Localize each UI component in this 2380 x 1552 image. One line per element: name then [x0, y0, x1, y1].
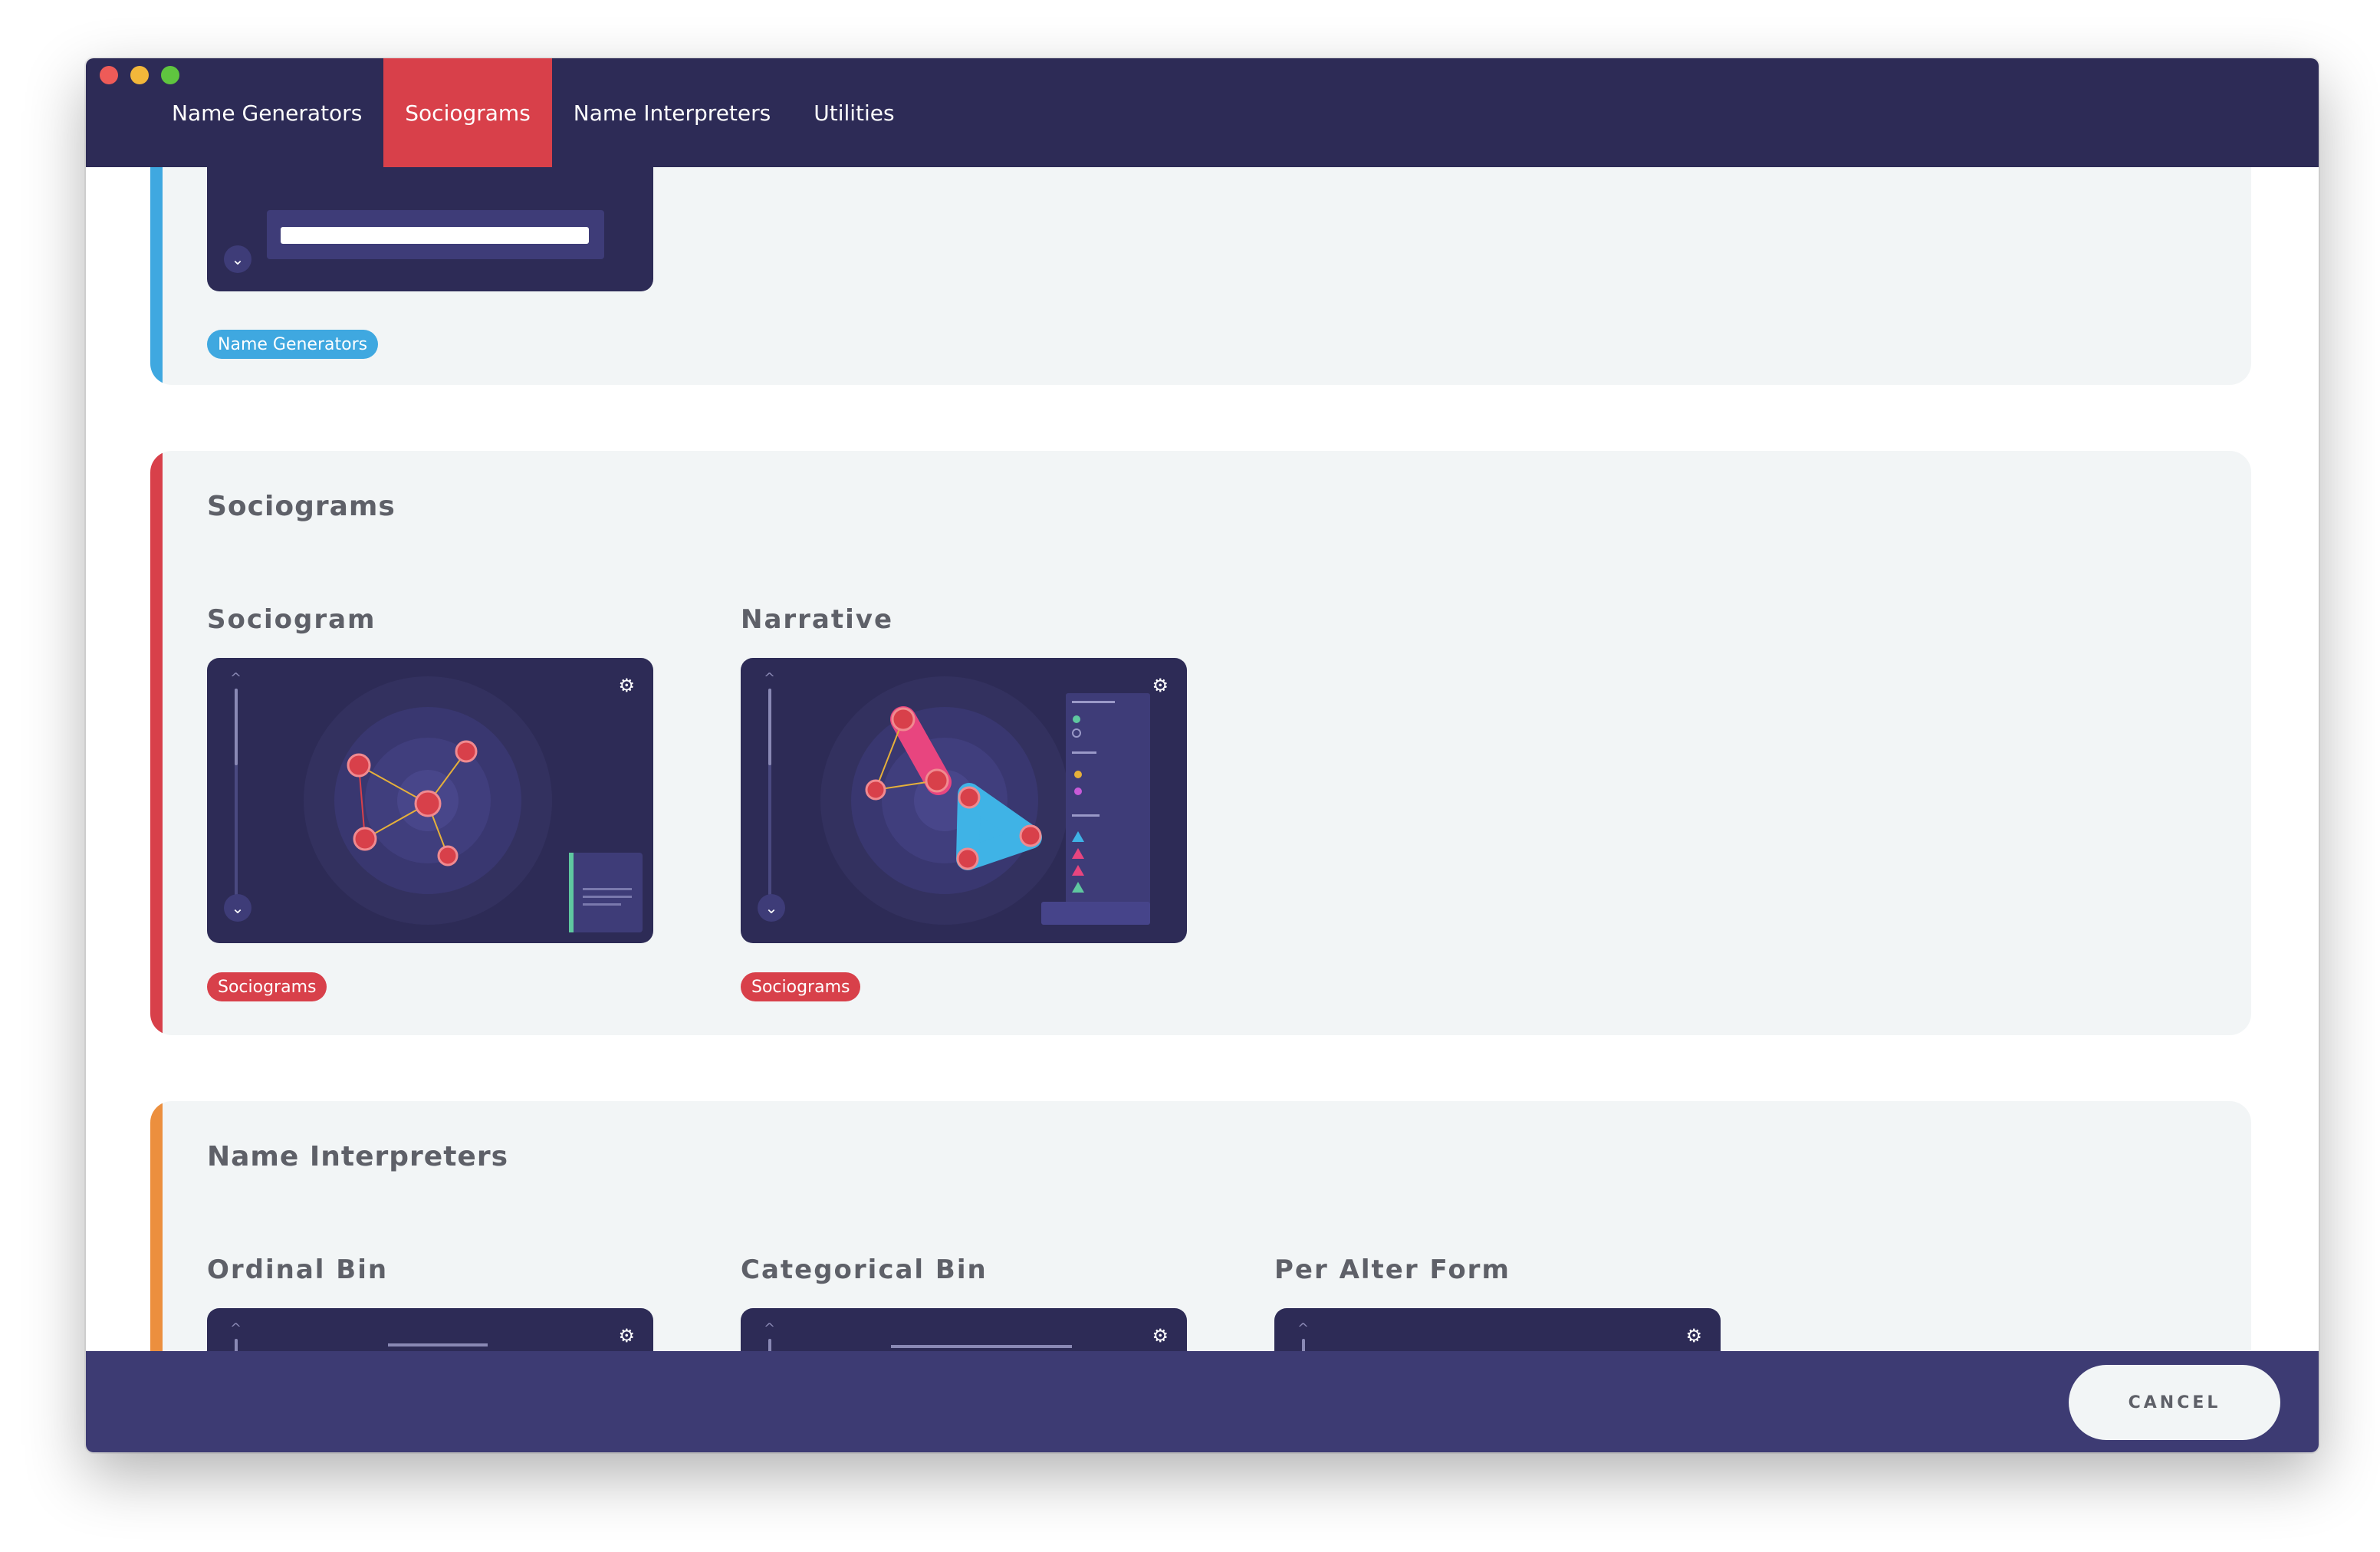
app-window: Name Generators Sociograms Name Interpre… [86, 58, 2319, 1452]
ordinal-bin-diagram [388, 1343, 488, 1346]
minimize-window-button[interactable] [130, 66, 149, 84]
category-tabs: Name Generators Sociograms Name Interpre… [150, 58, 916, 167]
per-alter-form-diagram [1274, 1308, 1721, 1351]
section-color-stripe [150, 1101, 163, 1351]
preview-input-panel [267, 210, 604, 259]
tab-sociograms[interactable]: Sociograms [383, 58, 552, 167]
section-name-generators: ⌄ Name Generators [150, 167, 2251, 385]
card-preview-sociogram[interactable]: ^ ⌄ ⚙ [207, 658, 653, 943]
section-color-stripe [150, 451, 163, 1035]
card-title-per-alter-form: Per Alter Form [1274, 1254, 1511, 1285]
narrative-diagram [820, 676, 1150, 925]
card-preview-ordinal-bin[interactable]: ^ ⚙ [207, 1308, 653, 1351]
section-title: Sociograms [207, 491, 396, 522]
section-color-stripe [150, 167, 163, 385]
card-preview-name-generator[interactable]: ⌄ [207, 167, 653, 291]
interface-list[interactable]: ⌄ Name Generators Sociograms Sociogram ^… [86, 167, 2319, 1351]
card-title-categorical-bin: Categorical Bin [741, 1254, 988, 1285]
card-preview-per-alter-form[interactable]: ^ ⚙ [1274, 1308, 1721, 1351]
tab-utilities[interactable]: Utilities [792, 58, 916, 167]
card-title-sociogram: Sociogram [207, 604, 376, 635]
card-title-ordinal-bin: Ordinal Bin [207, 1254, 389, 1285]
top-nav-bar: Name Generators Sociograms Name Interpre… [86, 58, 2319, 167]
categorical-bin-diagram [891, 1345, 1072, 1348]
tab-name-interpreters[interactable]: Name Interpreters [552, 58, 792, 167]
section-sociograms: Sociograms Sociogram ^ ⌄ ⚙ Sociograms Na… [150, 451, 2251, 1035]
category-badge: Name Generators [207, 330, 379, 359]
card-title-narrative: Narrative [741, 604, 894, 635]
category-badge: Sociograms [207, 972, 327, 1001]
close-window-button[interactable] [100, 66, 118, 84]
tab-name-generators[interactable]: Name Generators [150, 58, 383, 167]
footer-bar: CANCEL [86, 1351, 2319, 1452]
chevron-down-icon: ⌄ [224, 245, 251, 273]
sociogram-diagram [304, 676, 643, 932]
card-preview-categorical-bin[interactable]: ^ ⚙ [741, 1308, 1187, 1351]
section-title: Name Interpreters [207, 1141, 509, 1172]
preview-input-bar [281, 227, 589, 244]
cancel-button[interactable]: CANCEL [2069, 1365, 2280, 1440]
card-preview-narrative[interactable]: ^ ⌄ ⚙ [741, 658, 1187, 943]
section-name-interpreters: Name Interpreters Ordinal Bin ^ ⚙ Catego… [150, 1101, 2251, 1351]
category-badge: Sociograms [741, 972, 861, 1001]
